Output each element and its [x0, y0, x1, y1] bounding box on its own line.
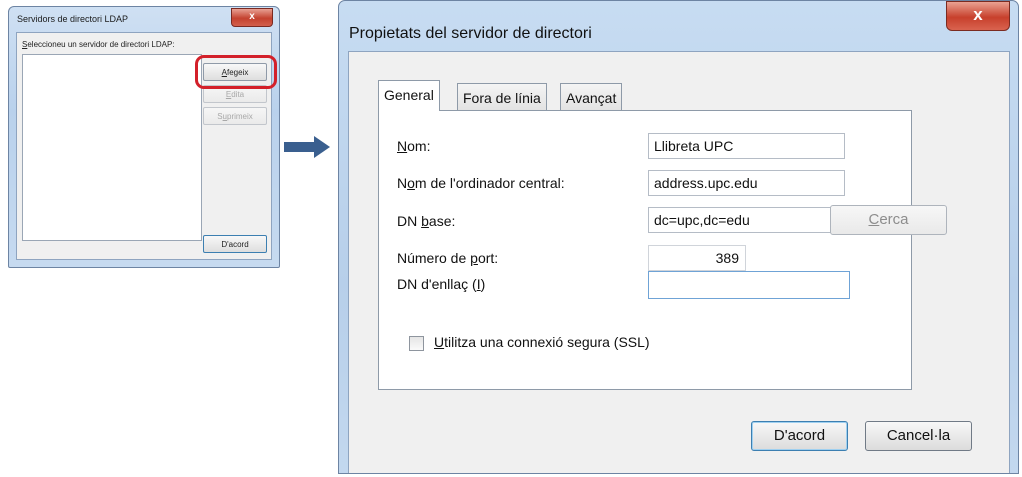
name-label: Nom:: [397, 138, 431, 154]
server-list-label: Seleccioneu un servidor de directori LDA…: [22, 40, 175, 49]
big-dialog-title: Propietats del servidor de directori: [349, 25, 592, 42]
right-arrow-icon: [284, 136, 330, 158]
tab-general[interactable]: General: [378, 80, 440, 111]
name-field[interactable]: Llibreta UPC: [648, 133, 845, 159]
tab-advanced[interactable]: Avançat: [560, 83, 623, 111]
tab-offline[interactable]: Fora de línia: [457, 83, 547, 111]
hostname-label: Nom de l'ordinador central:: [397, 175, 565, 191]
port-field[interactable]: 389: [648, 245, 746, 271]
small-dialog-title: Servidors de directori LDAP: [17, 14, 129, 24]
ssl-label: Utilitza una connexió segura (SSL): [434, 334, 650, 350]
big-dialog-content: General Fora de línia Avançat Nom: Llibr…: [348, 51, 1010, 473]
port-label: Número de port:: [397, 250, 499, 266]
search-button[interactable]: Cerca: [830, 205, 947, 235]
ssl-checkbox[interactable]: [409, 336, 424, 351]
bind-dn-field[interactable]: [648, 271, 850, 299]
cancel-button[interactable]: Cancel·la: [865, 421, 972, 451]
close-icon: x: [973, 5, 983, 24]
base-dn-label: DN base:: [397, 213, 456, 229]
small-ok-button[interactable]: D'acord: [203, 235, 267, 253]
general-tab-panel: Nom: Llibreta UPC Nom de l'ordinador cen…: [378, 110, 912, 390]
ok-button[interactable]: D'acord: [751, 421, 848, 451]
bind-dn-label: DN d'enllaç (I): [397, 276, 486, 292]
delete-button[interactable]: Suprimeix: [203, 107, 267, 125]
hostname-field[interactable]: address.upc.edu: [648, 170, 845, 196]
small-dialog-content: Seleccioneu un servidor de directori LDA…: [16, 32, 277, 260]
base-dn-field[interactable]: dc=upc,dc=edu: [648, 207, 845, 233]
ldap-servers-dialog: Servidors de directori LDAP x Seleccione…: [8, 6, 280, 268]
directory-server-properties-dialog: Propietats del servidor de directori x G…: [338, 0, 1019, 474]
small-close-button[interactable]: x: [231, 8, 273, 27]
close-icon: x: [249, 11, 255, 22]
server-list[interactable]: [22, 54, 202, 241]
big-close-button[interactable]: x: [946, 1, 1010, 31]
highlight-ring: [195, 55, 277, 89]
